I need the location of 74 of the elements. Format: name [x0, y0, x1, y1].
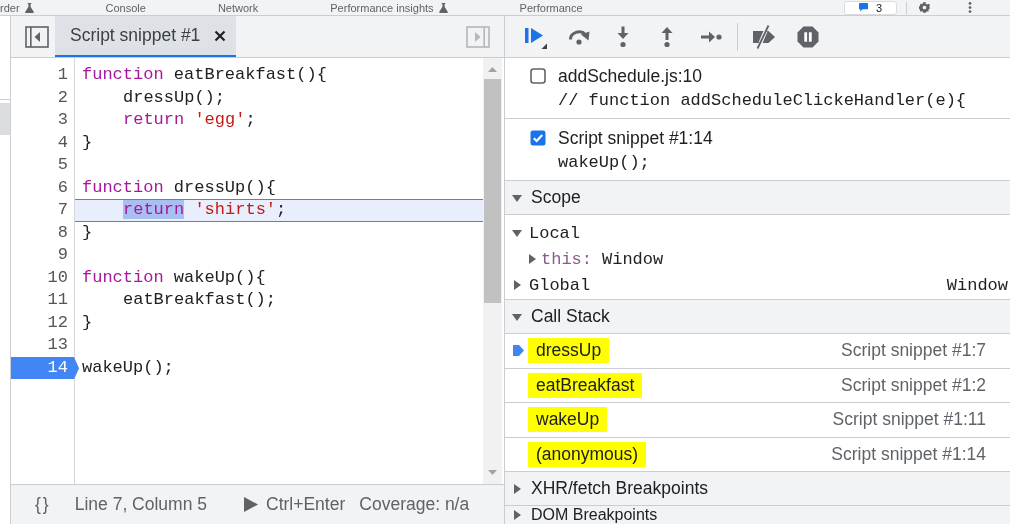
panel-tab[interactable]: Performance	[519, 0, 583, 15]
breakpoint-location[interactable]: Script snippet #1:14	[558, 127, 713, 149]
line-number: 5	[56, 154, 69, 177]
toggle-navigator-icon[interactable]	[25, 25, 49, 48]
issues-counter[interactable]: 3	[843, 0, 897, 15]
scope-name[interactable]: Local	[529, 223, 580, 243]
scope-value: Window	[946, 275, 1009, 295]
crossed-out-tag-icon	[752, 24, 776, 49]
code-line: dressUp();	[123, 86, 226, 109]
line-number: 6	[56, 176, 69, 199]
disclosure-triangle-icon[interactable]	[512, 228, 522, 238]
pretty-print-button[interactable]: {}	[33, 494, 53, 515]
play-icon	[244, 497, 258, 512]
coverage-status: Coverage: n/a	[359, 494, 470, 515]
line-number: 4	[56, 131, 69, 154]
run-snippet-button[interactable]: Ctrl+Enter	[244, 494, 346, 515]
line-number: 1	[56, 64, 69, 86]
code-line: function dressUp(){	[82, 176, 276, 199]
code-line: eatBreakfast();	[123, 289, 277, 312]
section-header[interactable]: XHR/fetch Breakpoints	[505, 472, 1010, 506]
frame-name[interactable]: eatBreakfast	[528, 372, 643, 398]
code-line: }	[82, 311, 93, 334]
breakpoint-location[interactable]: addSchedule.js:10	[558, 65, 702, 87]
frame-location: Script snippet #1:14	[831, 443, 987, 465]
panel-tab[interactable]: rder	[0, 0, 34, 15]
code-line: }	[82, 131, 93, 154]
disclosure-triangle-icon[interactable]	[527, 254, 537, 264]
message-icon	[858, 3, 868, 12]
line-number: 8	[56, 221, 69, 244]
line-number: 11	[46, 289, 69, 312]
frame-location: Script snippet #1:2	[841, 374, 987, 396]
code-line: function wakeUp(){	[82, 266, 266, 289]
scope-name[interactable]: this:	[541, 249, 592, 269]
section-header[interactable]: DOM Breakpoints	[505, 506, 1010, 524]
toggle-debugger-icon[interactable]	[466, 25, 490, 48]
close-icon[interactable]	[214, 29, 227, 42]
scope-name[interactable]: Global	[529, 275, 591, 295]
code-line: }	[82, 221, 93, 244]
selected-row-edge	[0, 103, 10, 135]
settings-icon[interactable]	[919, 2, 930, 13]
frame-name[interactable]: (anonymous)	[528, 441, 647, 467]
more-options-icon[interactable]	[968, 2, 972, 13]
line-number: 12	[46, 311, 69, 334]
line-number: 2	[56, 86, 69, 109]
frame-location: Script snippet #1:11	[832, 409, 987, 431]
section-header[interactable]: Call Stack	[505, 300, 1010, 334]
frame-name[interactable]: wakeUp	[528, 407, 608, 433]
editor-tab[interactable]: Script snippet #1	[55, 16, 237, 57]
code-line: return 'shirts';	[123, 200, 287, 221]
checkbox[interactable]	[530, 68, 546, 84]
line-number: 9	[56, 244, 69, 267]
cursor-position: Line 7, Column 5	[74, 494, 207, 515]
panel-tab[interactable]: Network	[217, 0, 259, 15]
breakpoint-code: // function addScheduleClickeHandler(e){	[558, 90, 968, 112]
code-line: return 'egg';	[123, 109, 256, 132]
breakpoint-code: wakeUp();	[558, 152, 651, 174]
breakpoint-marker: 14	[11, 356, 79, 380]
code-line: wakeUp();	[82, 356, 174, 379]
line-number: 10	[46, 266, 69, 289]
scrollbar-track[interactable]	[483, 58, 502, 484]
code-line: function eatBreakfast(){	[82, 64, 327, 86]
pause-octagon-icon	[796, 24, 820, 49]
line-number: 3	[56, 109, 69, 132]
panel-tab[interactable]: Performance insights	[330, 0, 448, 15]
frame-location: Script snippet #1:7	[841, 340, 987, 362]
line-number: 7	[56, 199, 69, 222]
frame-name[interactable]: dressUp	[528, 338, 610, 364]
scope-value: Window	[602, 249, 664, 269]
line-number: 13	[46, 334, 69, 357]
disclosure-triangle-icon[interactable]	[512, 280, 522, 290]
section-header[interactable]: Scope	[505, 181, 1010, 215]
panel-tab[interactable]: Console	[105, 0, 146, 15]
checkbox[interactable]	[530, 130, 546, 146]
scrollbar-thumb[interactable]	[484, 79, 501, 303]
